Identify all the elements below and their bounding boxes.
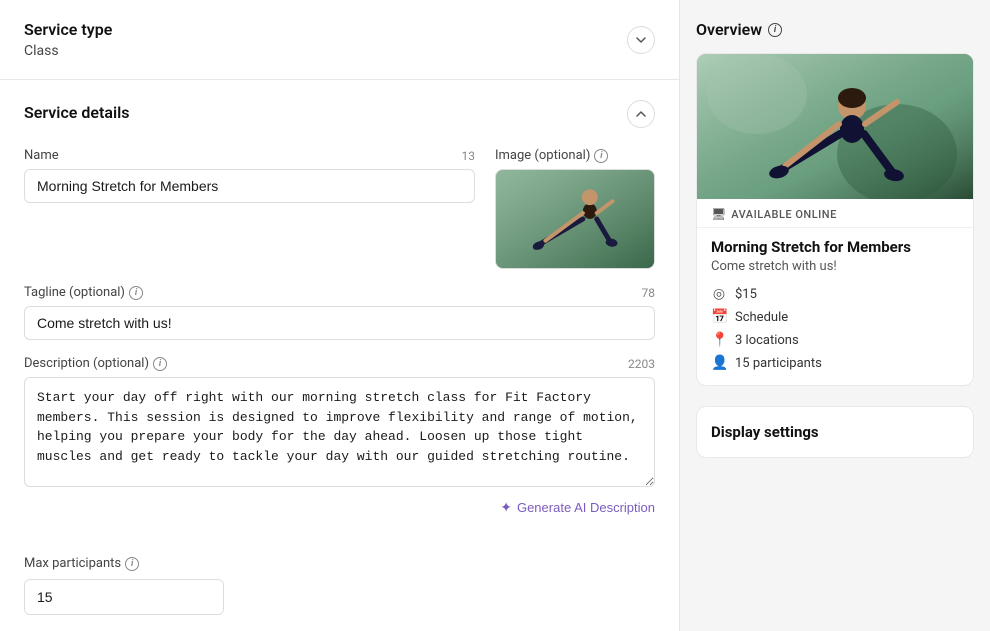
service-type-chevron[interactable] (627, 26, 655, 54)
display-settings-section: Display settings (696, 406, 974, 458)
sparkle-icon: ✦ (500, 499, 512, 516)
overview-schedule-item: 📅 Schedule (711, 309, 959, 325)
service-details-chevron[interactable] (627, 100, 655, 128)
tagline-label-row: Tagline (optional) i 78 (24, 285, 655, 300)
description-label-row: Description (optional) i 2203 (24, 356, 655, 371)
overview-title: Overview (696, 20, 762, 39)
overview-participants-item: 👤 15 participants (711, 355, 959, 371)
left-panel: Service type Class Service details (0, 0, 680, 631)
name-input[interactable] (24, 169, 475, 203)
description-field-group: Description (optional) i 2203 Start your… (24, 356, 655, 516)
tagline-char-count: 78 (642, 286, 656, 300)
overview-price: $15 (735, 287, 757, 302)
name-label-row: Name 13 (24, 148, 475, 163)
participants-input-row: Participants ▲ ▼ (24, 579, 224, 615)
overview-tagline: Come stretch with us! (711, 259, 959, 274)
overview-header: Overview i (696, 20, 974, 39)
service-details-header: Service details (24, 100, 655, 128)
service-details-section: Service details Name 13 Image (optional) (0, 80, 679, 536)
name-field-group: Name 13 (24, 148, 475, 269)
image-label-row: Image (optional) i (495, 148, 655, 163)
image-label-text: Image (optional) i (495, 148, 608, 163)
service-details-title: Service details (24, 103, 130, 122)
description-label-text: Description (optional) i (24, 356, 167, 371)
generate-ai-description-button[interactable]: ✦ Generate AI Description (500, 499, 655, 516)
right-panel: Overview i (680, 0, 990, 631)
tagline-field-group: Tagline (optional) i 78 (24, 285, 655, 340)
overview-price-item: ◎ $15 (711, 286, 959, 302)
service-type-header: Service type Class (24, 20, 655, 59)
price-icon: ◎ (711, 286, 727, 302)
overview-details: ◎ $15 📅 Schedule 📍 3 locations 👤 15 part… (711, 286, 959, 371)
max-participants-section: Max participants i Participants ▲ ▼ (0, 536, 679, 631)
participants-number-input[interactable] (25, 581, 224, 613)
tagline-info-icon[interactable]: i (129, 286, 143, 300)
description-info-icon[interactable]: i (153, 357, 167, 371)
service-type-value: Class (24, 43, 112, 59)
overview-schedule: Schedule (735, 310, 788, 325)
image-upload-box[interactable] (495, 169, 655, 269)
tagline-label-text: Tagline (optional) i (24, 285, 143, 300)
name-label-text: Name (24, 148, 59, 163)
display-settings-title: Display settings (711, 423, 959, 441)
service-type-content: Service type Class (24, 20, 112, 59)
name-char-count: 13 (462, 149, 476, 163)
max-participants-label-row: Max participants i (24, 556, 655, 571)
overview-locations-item: 📍 3 locations (711, 332, 959, 348)
monitor-icon: 🖥 (711, 207, 726, 221)
available-online-text: AVAILABLE ONLINE (731, 208, 837, 221)
image-preview (496, 170, 654, 268)
overview-participants: 15 participants (735, 356, 822, 371)
available-online-badge: 🖥 AVAILABLE ONLINE (697, 199, 973, 228)
service-type-section: Service type Class (0, 0, 679, 80)
overview-service-name: Morning Stretch for Members (711, 238, 959, 256)
overview-image (697, 54, 973, 199)
location-icon: 📍 (711, 332, 727, 348)
image-field-group: Image (optional) i (495, 148, 655, 269)
image-info-icon[interactable]: i (594, 149, 608, 163)
max-participants-info-icon[interactable]: i (125, 557, 139, 571)
overview-locations: 3 locations (735, 333, 799, 348)
tagline-input[interactable] (24, 306, 655, 340)
description-textarea[interactable]: Start your day off right with our mornin… (24, 377, 655, 487)
description-char-count: 2203 (628, 357, 655, 371)
overview-card-body: Morning Stretch for Members Come stretch… (697, 228, 973, 385)
max-participants-label-text: Max participants i (24, 556, 139, 571)
overview-card: 🖥 AVAILABLE ONLINE Morning Stretch for M… (696, 53, 974, 386)
participants-icon: 👤 (711, 355, 727, 371)
name-image-row: Name 13 Image (optional) i (24, 148, 655, 269)
description-footer: ✦ Generate AI Description (24, 499, 655, 516)
overview-info-icon[interactable]: i (768, 23, 782, 37)
schedule-icon: 📅 (711, 309, 727, 325)
service-type-label: Service type (24, 20, 112, 39)
